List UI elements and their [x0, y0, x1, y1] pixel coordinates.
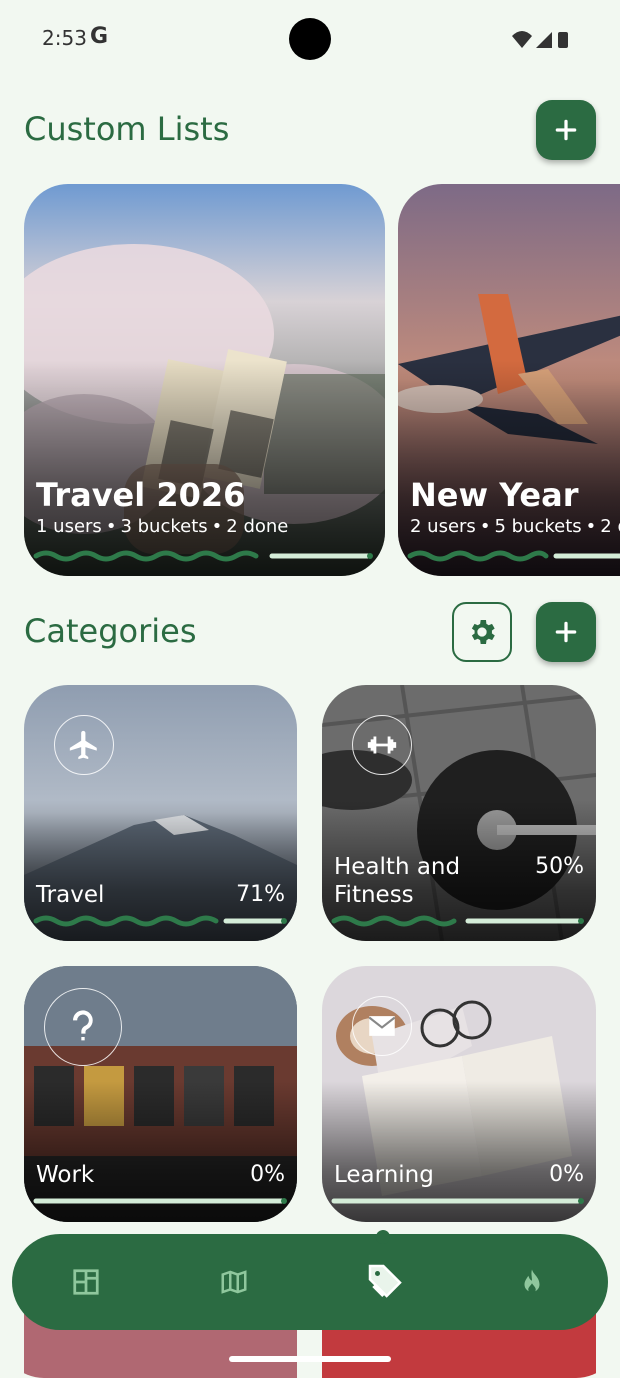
list-progress-bar	[407, 550, 620, 562]
add-list-button[interactable]	[536, 100, 596, 160]
category-percent: 50%	[535, 854, 584, 879]
app-screen: 2:53 G Custom Lists Travel 2026 1 users …	[0, 0, 620, 1378]
gesture-handle[interactable]	[229, 1356, 391, 1362]
category-progress-bar	[33, 1198, 287, 1204]
categories-title: Categories	[24, 612, 197, 650]
category-name: Health and Fitness	[334, 853, 460, 909]
list-users: 2 users	[410, 516, 476, 537]
category-card-learning[interactable]: Learning 0%	[322, 966, 596, 1222]
category-card-health-fitness[interactable]: Health and Fitness 50%	[322, 685, 596, 941]
bottom-navigation	[12, 1234, 608, 1330]
category-card-work[interactable]: Work 0%	[24, 966, 297, 1222]
question-icon	[44, 988, 122, 1066]
nav-streak[interactable]	[514, 1264, 550, 1300]
list-card-travel-2026[interactable]: Travel 2026 1 users • 3 buckets • 2 done	[24, 184, 385, 576]
nav-tags-selected[interactable]	[364, 1260, 406, 1302]
gear-icon	[471, 620, 495, 644]
category-card-travel[interactable]: Travel 71%	[24, 685, 297, 941]
category-name: Learning	[334, 1162, 434, 1188]
airplane-icon	[54, 715, 114, 775]
selected-indicator-dot	[376, 1230, 390, 1244]
tag-icon	[368, 1264, 402, 1298]
list-buckets: 3 buckets	[120, 516, 208, 537]
custom-lists-title: Custom Lists	[24, 110, 230, 148]
dashboard-icon	[73, 1269, 99, 1295]
category-progress-bar	[331, 915, 584, 927]
list-done: 2 done	[226, 516, 289, 537]
google-icon: G	[90, 24, 109, 49]
list-buckets: 5 buckets	[494, 516, 582, 537]
plus-icon	[555, 621, 577, 643]
status-time: 2:53	[42, 26, 87, 50]
list-card-new-year[interactable]: New Year 2 users•5 buckets•2 d	[398, 184, 620, 576]
category-progress-bar	[331, 1198, 584, 1204]
wifi-icon	[512, 31, 532, 48]
category-name-line1: Health and	[334, 854, 461, 880]
category-percent: 0%	[250, 1162, 285, 1187]
flame-icon	[524, 1269, 540, 1294]
list-users: 1 users	[36, 516, 102, 537]
category-name: Work	[36, 1162, 95, 1188]
categories-settings-button[interactable]	[452, 602, 512, 662]
category-name: Travel	[36, 882, 105, 908]
mail-icon	[352, 996, 412, 1056]
battery-icon	[558, 32, 568, 48]
nav-dashboard[interactable]	[68, 1264, 104, 1300]
list-title: Travel 2026	[36, 476, 246, 514]
plus-icon	[555, 119, 577, 141]
category-progress-bar	[33, 915, 287, 927]
list-title: New Year	[410, 476, 579, 514]
status-bar: 2:53 G	[0, 0, 620, 80]
list-done: 2 d	[600, 516, 620, 537]
category-percent: 71%	[236, 882, 285, 907]
list-meta: 2 users•5 buckets•2 d	[410, 516, 620, 537]
map-icon	[221, 1270, 247, 1294]
status-icons	[512, 31, 568, 48]
category-percent: 0%	[549, 1162, 584, 1187]
signal-icon	[536, 32, 552, 48]
nav-map[interactable]	[216, 1264, 252, 1300]
add-category-button[interactable]	[536, 602, 596, 662]
camera-cutout	[289, 18, 331, 60]
category-name-line2: Fitness	[334, 882, 414, 908]
list-meta: 1 users • 3 buckets • 2 done	[36, 516, 289, 537]
list-progress-bar	[33, 550, 373, 562]
dumbbell-icon	[352, 715, 412, 775]
